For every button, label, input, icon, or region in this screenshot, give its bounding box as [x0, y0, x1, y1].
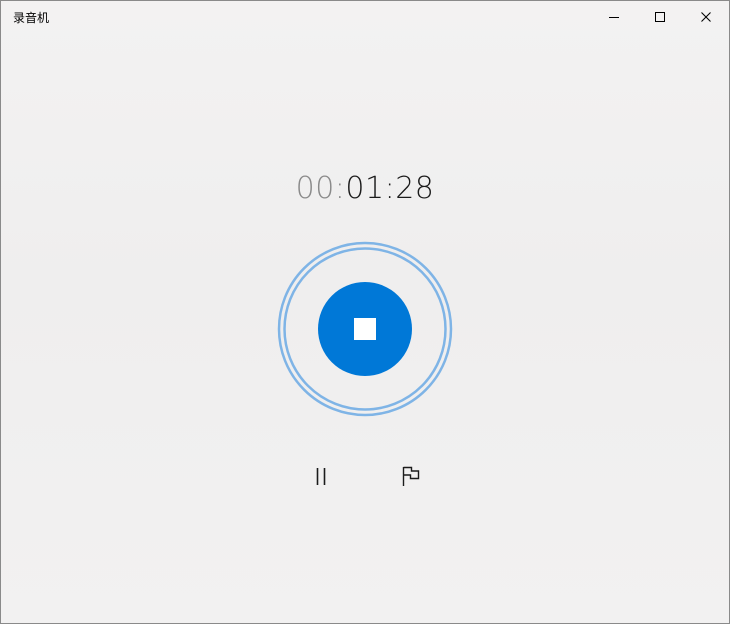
recording-indicator [277, 241, 453, 417]
timer-minutes: 01 [345, 171, 385, 206]
pause-button[interactable] [301, 457, 341, 497]
window-title: 录音机 [13, 11, 50, 25]
maximize-icon [655, 12, 665, 22]
title-bar[interactable]: 录音机 [1, 1, 729, 33]
timer-hours: 00 [295, 171, 335, 206]
timer-separator: : [384, 171, 396, 206]
minimize-button[interactable] [591, 1, 637, 33]
timer-separator: : [334, 171, 346, 206]
add-marker-button[interactable] [391, 457, 431, 497]
stop-recording-button[interactable] [318, 282, 412, 376]
recording-timer: 00:01:28 [1, 169, 729, 209]
close-icon [701, 12, 711, 22]
minimize-icon [609, 17, 619, 18]
voice-recorder-window: 录音机 00:01:28 [0, 0, 730, 624]
timer-seconds: 28 [395, 171, 435, 206]
close-button[interactable] [683, 1, 729, 33]
stop-icon [354, 318, 376, 340]
maximize-button[interactable] [637, 1, 683, 33]
flag-icon [402, 466, 420, 486]
pause-icon [316, 468, 326, 485]
